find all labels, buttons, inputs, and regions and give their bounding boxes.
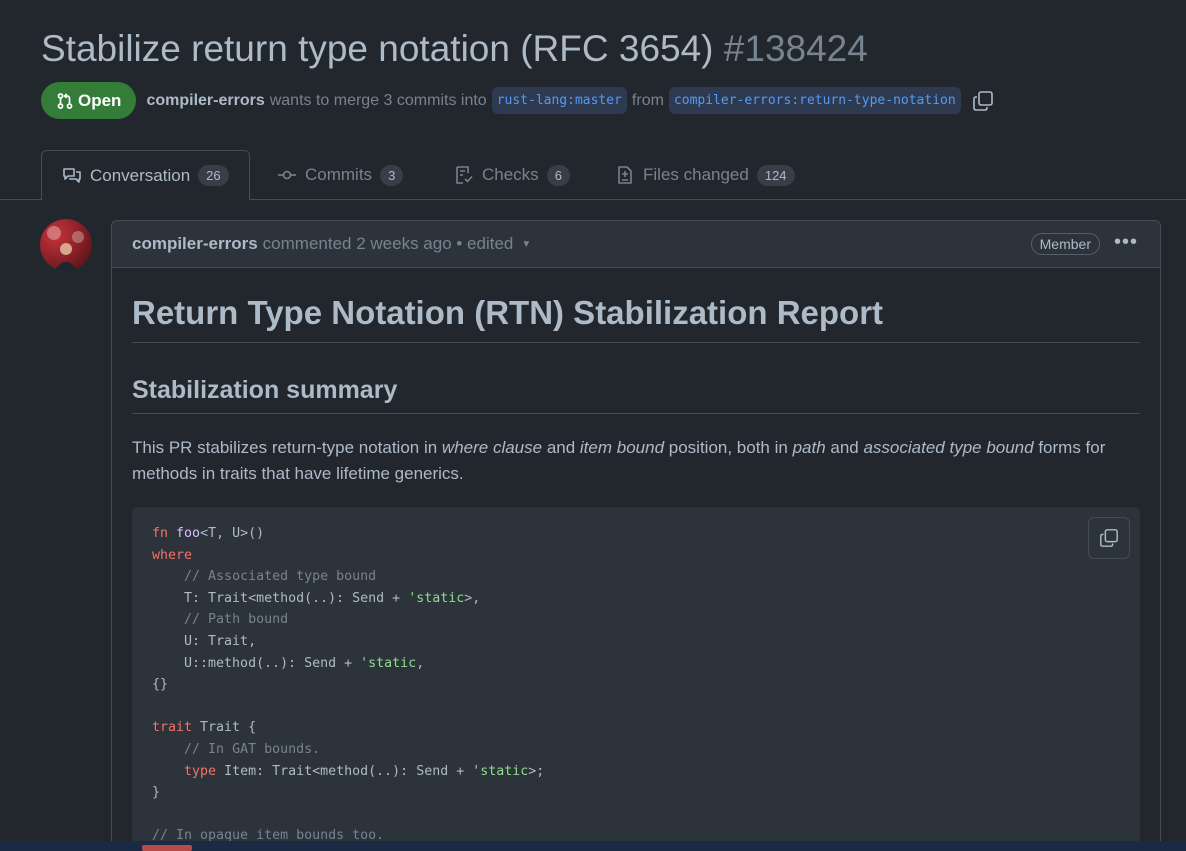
tab-conversation[interactable]: Conversation 26 <box>41 150 250 201</box>
para-emphasis: associated type bound <box>863 438 1034 457</box>
pr-number: #138424 <box>723 28 868 69</box>
user-avatar-image <box>47 226 84 271</box>
summary-heading: Stabilization summary <box>132 376 1140 414</box>
copy-icon <box>972 90 993 111</box>
para-emphasis: item bound <box>579 438 665 457</box>
pull-request-icon <box>57 92 73 109</box>
taskbar-item[interactable] <box>142 845 192 851</box>
author-link[interactable]: compiler-errors <box>146 92 264 110</box>
copy-icon <box>1100 529 1118 547</box>
comment-author-link[interactable]: compiler-errors <box>132 234 258 254</box>
state-label: Open <box>78 90 122 110</box>
open-state-badge: Open <box>41 82 137 119</box>
os-taskbar <box>0 841 1186 851</box>
comment-action-text: commented 2 weeks ago • edited <box>262 234 514 253</box>
head-branch[interactable]: compiler-errors:return-type-notation <box>668 87 961 114</box>
code-content: fn foo<T, U>() where // Associated type … <box>152 526 545 844</box>
para-emphasis: path <box>792 438 826 457</box>
comment-body: Return Type Notation (RTN) Stabilization… <box>112 268 1160 851</box>
comment-discussion-icon <box>63 167 81 183</box>
member-badge: Member <box>1030 233 1100 255</box>
pr-tabs: Conversation 26 Commits 3 Checks 6 Files… <box>0 150 1186 201</box>
copy-code-button[interactable] <box>1088 517 1130 559</box>
para-text: position, both in <box>664 438 793 457</box>
from-text: from <box>631 91 664 109</box>
tab-count: 26 <box>198 165 229 186</box>
para-text: This PR stabilizes return-type notation … <box>132 438 442 457</box>
copy-branch-button[interactable] <box>972 90 994 112</box>
tab-files-changed[interactable]: Files changed 124 <box>615 150 795 200</box>
report-heading: Return Type Notation (RTN) Stabilization… <box>132 268 1140 343</box>
comment-box: compiler-errors commented 2 weeks ago • … <box>111 220 1161 851</box>
tab-label: Checks <box>482 165 539 184</box>
more-options-icon[interactable]: ••• <box>1114 232 1138 252</box>
tab-label: Commits <box>305 165 373 184</box>
para-emphasis: where clause <box>441 438 543 457</box>
chevron-down-icon[interactable]: ▼ <box>521 239 531 250</box>
tab-checks[interactable]: Checks 6 <box>454 150 570 200</box>
tab-label: Conversation <box>90 165 191 185</box>
tab-label: Files changed <box>643 165 749 184</box>
summary-paragraph: This PR stabilizes return-type notation … <box>132 435 1140 487</box>
para-text: and <box>825 438 864 457</box>
checklist-icon <box>456 166 473 184</box>
merge-text: wants to merge 3 commits into <box>269 91 487 109</box>
avatar[interactable] <box>40 219 92 271</box>
tab-count: 6 <box>546 164 570 186</box>
commit-icon <box>278 170 296 180</box>
tab-count: 3 <box>380 164 404 186</box>
para-text: and <box>542 438 580 457</box>
base-branch[interactable]: rust-lang:master <box>491 87 627 114</box>
file-diff-icon <box>618 166 632 184</box>
code-block: fn foo<T, U>() where // Associated type … <box>132 507 1140 851</box>
pr-meta: Open compiler-errors wants to merge 3 co… <box>41 82 994 119</box>
tab-commits[interactable]: Commits 3 <box>277 150 404 200</box>
comment-header: compiler-errors commented 2 weeks ago • … <box>112 221 1160 268</box>
pr-title: Stabilize return type notation (RFC 3654… <box>41 28 868 70</box>
tab-count: 124 <box>756 164 795 186</box>
pr-title-text: Stabilize return type notation (RFC 3654… <box>41 28 714 69</box>
